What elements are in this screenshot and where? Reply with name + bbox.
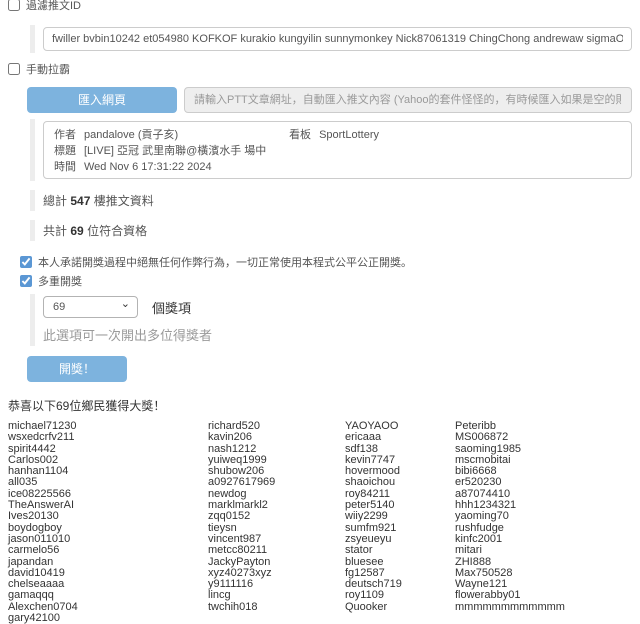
- pledge-label: 本人承諾開獎過程中絕無任何作弊行為，一切正常使用本程式公平公正開獎。: [38, 254, 412, 270]
- article-title-line: 標題 [LIVE] 亞冠 武里南聯@橫濱水手 場中: [54, 144, 621, 160]
- winner-id: metcc80211: [208, 545, 345, 556]
- multi-draw-label: 多重開獎: [38, 273, 82, 289]
- winner-id: Quooker: [345, 602, 455, 613]
- winner-id: kinfc2001: [455, 534, 640, 545]
- winner-id: xyz40273xyz: [208, 568, 345, 579]
- qualified-count: 69: [70, 224, 83, 238]
- total-comments-stat: 總計 547 樓推文資料: [30, 190, 640, 211]
- winner-id: Alexchen0704: [8, 602, 208, 613]
- winner-id: Max750528: [455, 568, 640, 579]
- multi-draw-hint: 此選項可一次開出多位得獎者: [43, 325, 640, 344]
- qualified-stat: 共計 69 位符合資格: [30, 220, 640, 241]
- winner-id: stator: [345, 545, 455, 556]
- manual-slot-label: 手動拉霸: [26, 61, 70, 77]
- winner-id: Ives20130: [8, 511, 208, 522]
- manual-slot-row: 手動拉霸: [8, 61, 640, 77]
- import-row: 匯入網頁: [27, 87, 632, 113]
- manual-slot-checkbox[interactable]: [8, 63, 20, 75]
- winner-id: JackyPayton: [208, 557, 345, 568]
- draw-button[interactable]: 開獎！: [27, 356, 127, 382]
- winner-id: deutsch719: [345, 579, 455, 590]
- winner-id: david10419: [8, 568, 208, 579]
- winner-id: gary42100: [8, 613, 208, 624]
- title-label: 標題: [54, 145, 76, 157]
- winner-id: bluesee: [345, 557, 455, 568]
- prize-count-section: 69 個獎項 此選項可一次開出多位得獎者: [30, 294, 640, 346]
- winner-id: chelseaaaa: [8, 579, 208, 590]
- prize-count-select-wrap: 69: [43, 296, 138, 318]
- winner-id: mitari: [455, 545, 640, 556]
- total-prefix: 總計: [43, 194, 67, 208]
- article-author-line: 作者 pandalove (貢子亥) 看板 SportLottery: [54, 128, 621, 144]
- pledge-row: 本人承諾開獎過程中絕無任何作弊行為，一切正常使用本程式公平公正開獎。: [20, 254, 640, 270]
- author-value: pandalove (貢子亥): [84, 129, 178, 141]
- winner-id: zqq0152: [208, 511, 345, 522]
- filter-id-row: 過濾推文ID: [8, 0, 640, 13]
- filter-id-checkbox[interactable]: [8, 0, 20, 11]
- winner-id: ZHI888: [455, 557, 640, 568]
- winner-id: hanhan1104: [8, 466, 208, 477]
- article-preview-box[interactable]: 作者 pandalove (貢子亥) 看板 SportLottery 標題 [LIVE…: [43, 121, 632, 179]
- winner-id: zsyeueyu: [345, 534, 455, 545]
- total-suffix: 樓推文資料: [94, 194, 154, 208]
- winner-id: wsxedcrfv211: [8, 432, 208, 443]
- winner-id: japandan: [8, 557, 208, 568]
- article-preview-section: 作者 pandalove (貢子亥) 看板 SportLottery 標題 [LIVE…: [30, 119, 632, 181]
- article-time-line: 時間 Wed Nov 6 17:31:22 2024: [54, 160, 621, 176]
- winner-id: twchih018: [208, 602, 345, 613]
- winner-id: kavin206: [208, 432, 345, 443]
- winner-id: ericaaa: [345, 432, 455, 443]
- prize-unit-label: 個獎項: [152, 298, 191, 317]
- winner-id: flowerabby01: [455, 590, 640, 601]
- board-value: SportLottery: [319, 129, 379, 141]
- total-count: 547: [70, 194, 90, 208]
- winner-id: boydogboy: [8, 523, 208, 534]
- qualified-prefix: 共計: [43, 224, 67, 238]
- winner-id: jason011010: [8, 534, 208, 545]
- title-value: [LIVE] 亞冠 武里南聯@橫濱水手 場中: [84, 145, 266, 157]
- winner-id: sumfm921: [345, 523, 455, 534]
- winner-id: tieysn: [208, 523, 345, 534]
- winner-id: gamaqqq: [8, 590, 208, 601]
- winner-id: Wayne121: [455, 579, 640, 590]
- winner-id: mmmmmmmmmmmm: [455, 602, 640, 613]
- board-label: 看板: [289, 129, 311, 141]
- winner-id: yaoming70: [455, 511, 640, 522]
- filter-ids-input[interactable]: [43, 27, 632, 51]
- filter-ids-section: [30, 25, 632, 53]
- winner-id: lincg: [208, 590, 345, 601]
- winners-grid: michael71230richard520YAOYAOOPeteribbwsx…: [8, 421, 640, 624]
- ptt-url-input[interactable]: [184, 87, 632, 113]
- winner-id: roy1109: [345, 590, 455, 601]
- filter-id-label: 過濾推文ID: [26, 0, 81, 13]
- qualified-suffix: 位符合資格: [87, 224, 147, 238]
- winner-id: wiiy2299: [345, 511, 455, 522]
- winner-id: y9111116: [208, 579, 345, 590]
- winner-id: fg12587: [345, 568, 455, 579]
- pledge-checkbox[interactable]: [20, 256, 32, 268]
- winner-id: rushfudge: [455, 523, 640, 534]
- results-header: 恭喜以下69位鄉民獲得大獎！: [8, 397, 640, 414]
- winner-id: MS006872: [455, 432, 640, 443]
- import-webpage-button[interactable]: 匯入網頁: [27, 87, 177, 113]
- winner-id: carmelo56: [8, 545, 208, 556]
- time-value: Wed Nov 6 17:31:22 2024: [84, 161, 212, 173]
- time-label: 時間: [54, 161, 76, 173]
- winner-id: vincent987: [208, 534, 345, 545]
- author-label: 作者: [54, 129, 76, 141]
- multi-draw-row: 多重開獎: [20, 273, 640, 289]
- multi-draw-checkbox[interactable]: [20, 275, 32, 287]
- prize-count-select[interactable]: 69: [43, 296, 138, 318]
